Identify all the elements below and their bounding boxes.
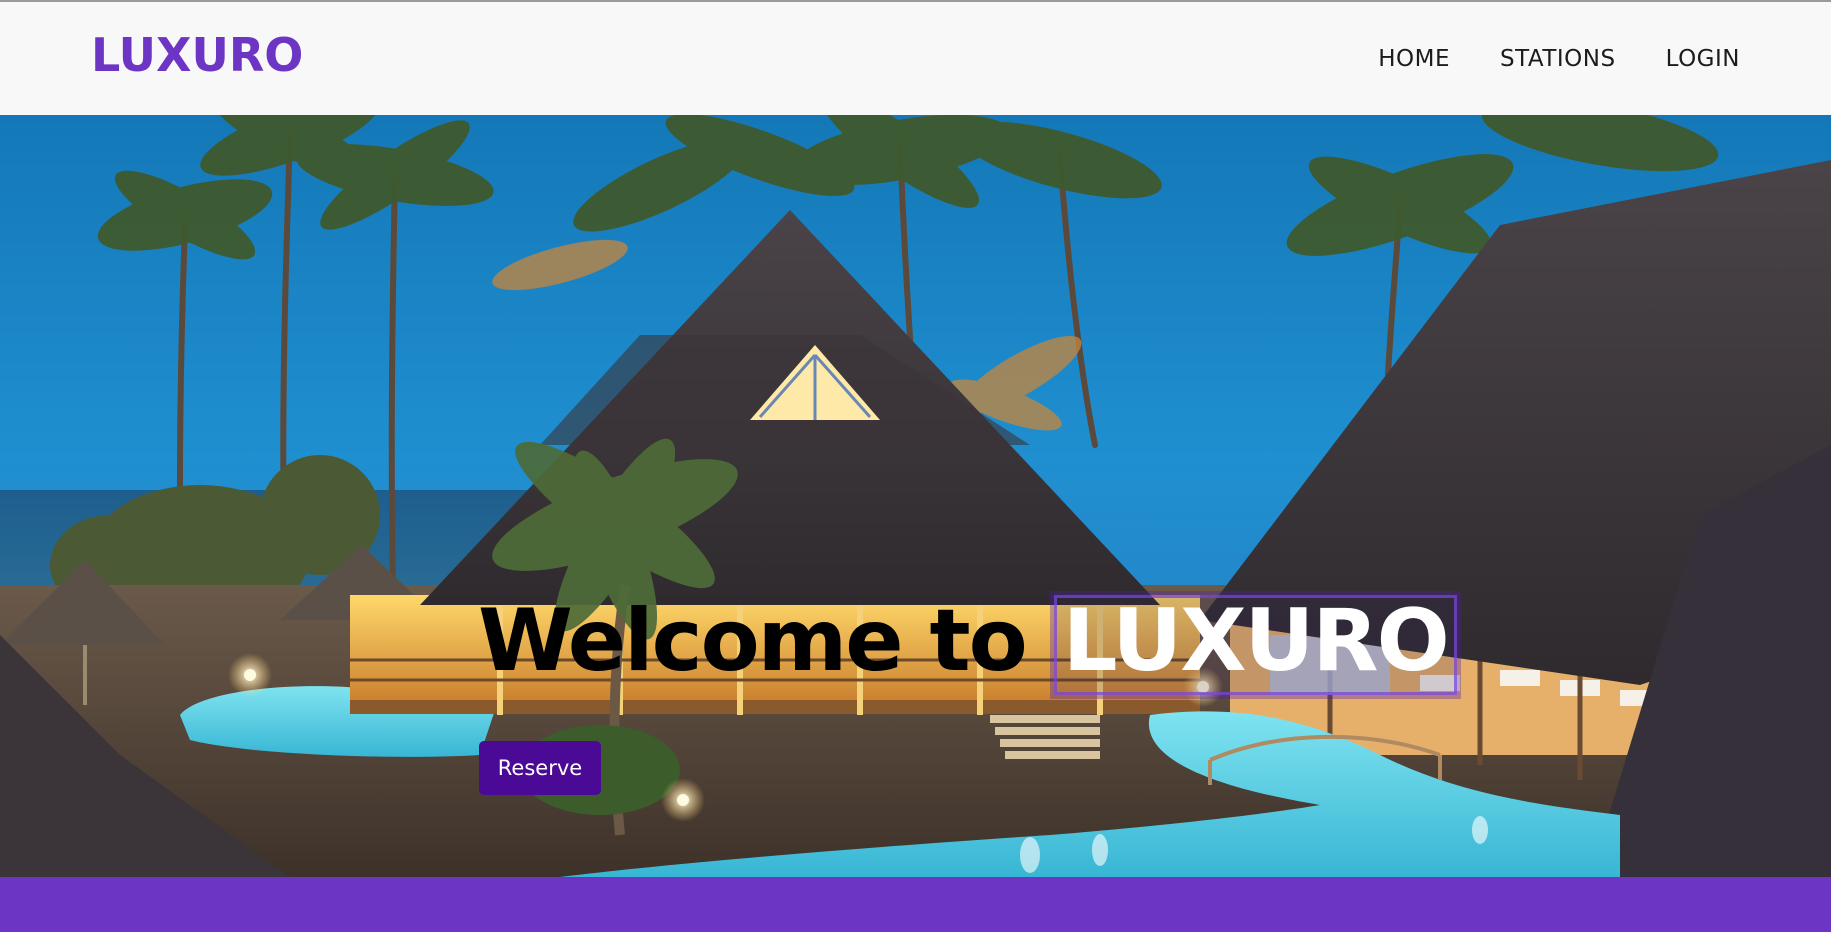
- hero-background-image: [0, 115, 1831, 877]
- reserve-button[interactable]: Reserve: [479, 741, 601, 795]
- hero-section: Welcome to LUXURO Reserve: [0, 115, 1831, 877]
- footer-bar: [0, 877, 1831, 932]
- top-navbar: LUXURO HOME STATIONS LOGIN: [0, 0, 1831, 115]
- nav-login-link[interactable]: LOGIN: [1666, 48, 1740, 71]
- nav-stations-link[interactable]: STATIONS: [1500, 48, 1616, 71]
- hero-title-brand: LUXURO: [1053, 595, 1457, 695]
- hero-title: Welcome to LUXURO: [478, 595, 1457, 695]
- hero-title-prefix: Welcome to: [478, 591, 1028, 691]
- brand-logo[interactable]: LUXURO: [91, 32, 303, 78]
- nav-home-link[interactable]: HOME: [1378, 48, 1450, 71]
- main-nav: HOME STATIONS LOGIN: [1378, 48, 1740, 71]
- landing-page: LUXURO HOME STATIONS LOGIN Welcome to LU…: [0, 0, 1831, 932]
